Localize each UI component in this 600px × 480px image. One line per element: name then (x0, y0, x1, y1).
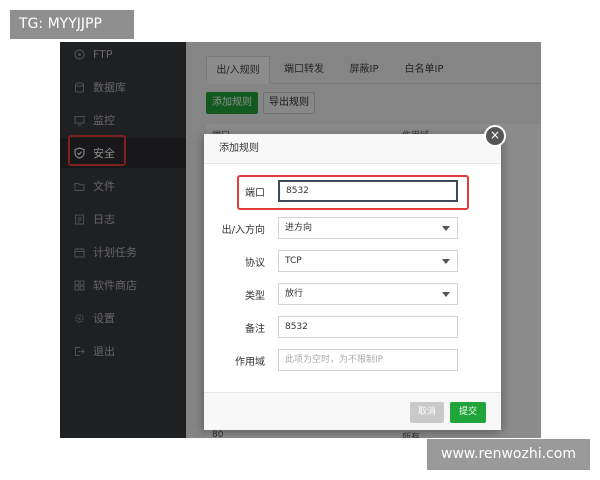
dialog-footer: 取消 提交 (204, 392, 501, 430)
direction-label: 出/入方向 (221, 225, 265, 236)
scope-placeholder: 此项为空时，为不限制IP (285, 355, 384, 365)
cancel-button[interactable]: 取消 (410, 402, 444, 423)
submit-button[interactable]: 提交 (450, 402, 486, 423)
note-label: 备注 (245, 324, 265, 335)
chevron-down-icon (442, 292, 450, 297)
port-highlight-box (237, 175, 469, 210)
type-value: 放行 (285, 289, 304, 299)
protocol-label: 协议 (245, 258, 265, 269)
screenshot-frame: FTP 数据库 监控 安全 文件 日志 计划任务 软件商店 设置 退出 出/入规… (60, 42, 541, 438)
protocol-select[interactable]: TCP (278, 250, 458, 272)
type-select[interactable]: 放行 (278, 283, 458, 305)
chevron-down-icon (442, 226, 450, 231)
direction-value: 进方向 (285, 223, 313, 233)
chevron-down-icon (442, 259, 450, 264)
direction-select[interactable]: 进方向 (278, 217, 458, 239)
dialog-title: 添加规则 (204, 134, 501, 164)
add-rule-dialog: 添加规则 端口 8532 出/入方向 进方向 协议 TCP 类型 放行 备注 8… (204, 134, 501, 430)
close-icon[interactable]: × (484, 125, 506, 147)
watermark-top: TG: MYYJJPP (10, 10, 134, 39)
note-input[interactable]: 8532 (278, 316, 458, 338)
scope-input[interactable]: 此项为空时，为不限制IP (278, 349, 458, 371)
type-label: 类型 (245, 291, 265, 302)
scope-label: 作用域 (235, 357, 265, 368)
protocol-value: TCP (285, 256, 302, 266)
watermark-bottom: www.renwozhi.com (427, 439, 590, 470)
